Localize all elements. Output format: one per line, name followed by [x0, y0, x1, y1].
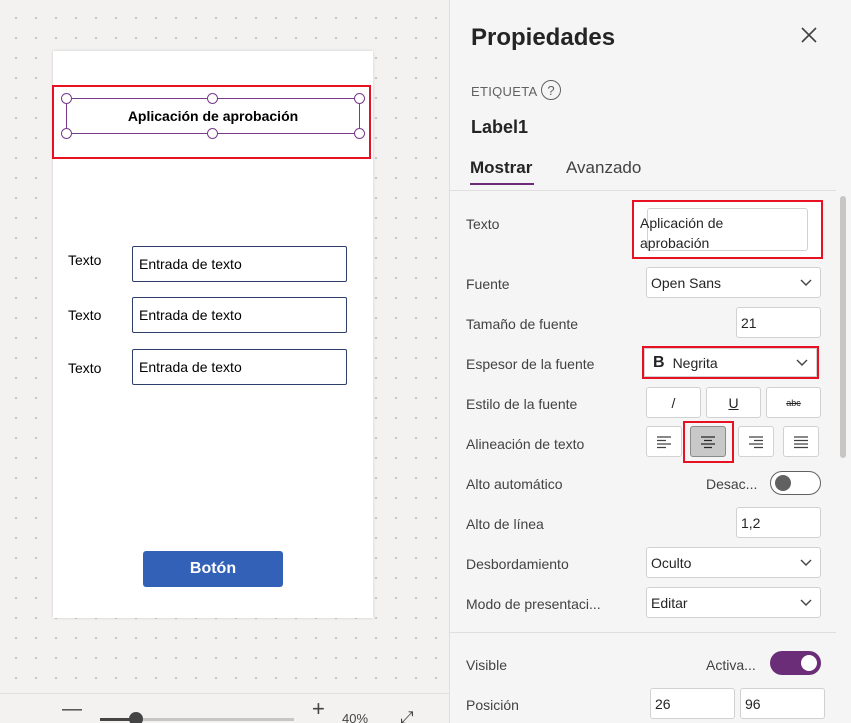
prop-label-display-mode: Modo de presentaci...: [466, 596, 601, 612]
chevron-down-icon: [800, 276, 812, 290]
resize-handle-bottom-left[interactable]: [61, 128, 72, 139]
resize-handle-top-left[interactable]: [61, 93, 72, 104]
toggle-knob: [775, 475, 791, 491]
position-y-input[interactable]: 96: [740, 688, 825, 719]
form-label-3: Texto: [68, 360, 102, 376]
font-weight-dropdown[interactable]: B Negrita: [642, 346, 819, 379]
resize-handle-top[interactable]: [207, 93, 218, 104]
text-value-input[interactable]: Aplicación de aprobación: [640, 213, 780, 253]
tab-divider: [450, 190, 836, 191]
help-icon[interactable]: ?: [541, 80, 561, 100]
zoom-slider-thumb[interactable]: [129, 712, 143, 723]
prop-label-font-weight: Espesor de la fuente: [466, 356, 595, 372]
app-submit-button[interactable]: Botón: [143, 551, 283, 587]
chevron-down-icon: [800, 596, 812, 610]
panel-title: Propiedades: [471, 24, 616, 51]
prop-label-text: Texto: [466, 216, 500, 232]
visible-state: Activa...: [706, 657, 756, 673]
resize-handle-bottom-right[interactable]: [354, 128, 365, 139]
properties-panel: Propiedades ETIQUETA ? Label1 Mostrar Av…: [449, 0, 851, 723]
visible-toggle[interactable]: [770, 651, 821, 675]
align-right-icon: [749, 435, 763, 448]
close-icon[interactable]: [800, 24, 818, 50]
chevron-down-icon: [796, 356, 808, 370]
zoom-bar: — + 40% ⤢: [0, 693, 449, 723]
design-canvas[interactable]: Aplicación de aprobación Texto Entrada d…: [0, 0, 449, 723]
font-size-input[interactable]: 21: [736, 307, 821, 338]
align-left-button[interactable]: [646, 426, 682, 457]
prop-label-position: Posición: [466, 697, 519, 713]
tab-display[interactable]: Mostrar: [470, 158, 532, 178]
panel-scrollbar[interactable]: [840, 196, 846, 458]
prop-label-font-style: Estilo de la fuente: [466, 396, 578, 412]
form-label-1: Texto: [68, 252, 102, 268]
prop-label-font: Fuente: [466, 276, 510, 292]
section-divider: [450, 632, 836, 633]
text-input-1[interactable]: Entrada de texto: [132, 246, 347, 282]
resize-handle-bottom[interactable]: [207, 128, 218, 139]
underline-button[interactable]: U: [706, 387, 761, 418]
font-weight-value: Negrita: [672, 354, 718, 371]
text-input-2[interactable]: Entrada de texto: [132, 297, 347, 333]
display-mode-dropdown[interactable]: Editar: [646, 587, 821, 618]
font-dropdown[interactable]: Open Sans: [646, 267, 821, 298]
align-center-button[interactable]: [690, 426, 726, 457]
zoom-out-button[interactable]: —: [62, 698, 82, 721]
zoom-value: 40%: [342, 711, 369, 723]
overflow-dropdown[interactable]: Oculto: [646, 547, 821, 578]
control-name: Label1: [471, 117, 529, 137]
align-center-icon: [701, 435, 715, 448]
resize-handle-top-right[interactable]: [354, 93, 365, 104]
strikethrough-button[interactable]: abc: [766, 387, 821, 418]
prop-label-visible: Visible: [466, 657, 507, 673]
align-justify-icon: [794, 435, 808, 448]
tab-advanced[interactable]: Avanzado: [566, 158, 641, 178]
italic-button[interactable]: /: [646, 387, 701, 418]
fit-to-screen-icon[interactable]: ⤢: [400, 708, 414, 723]
align-justify-button[interactable]: [783, 426, 819, 457]
align-right-button[interactable]: [738, 426, 774, 457]
text-input-3[interactable]: Entrada de texto: [132, 349, 347, 385]
prop-label-line-height: Alto de línea: [466, 516, 544, 532]
overflow-value: Oculto: [651, 554, 692, 571]
display-mode-value: Editar: [651, 594, 688, 611]
form-label-2: Texto: [68, 307, 102, 323]
chevron-down-icon: [800, 556, 812, 570]
toggle-knob: [801, 655, 817, 671]
align-left-icon: [657, 435, 671, 448]
font-value: Open Sans: [651, 274, 722, 291]
line-height-input[interactable]: 1,2: [736, 507, 821, 538]
zoom-in-button[interactable]: +: [312, 696, 325, 722]
auto-height-state: Desac...: [706, 476, 758, 492]
position-x-input[interactable]: 26: [650, 688, 735, 719]
control-type-label: ETIQUETA: [471, 84, 538, 99]
prop-label-overflow: Desbordamiento: [466, 556, 569, 572]
active-tab-indicator: [470, 183, 534, 185]
prop-label-text-align: Alineación de texto: [466, 436, 585, 452]
prop-label-font-size: Tamaño de fuente: [466, 316, 579, 332]
auto-height-toggle[interactable]: [770, 471, 821, 495]
prop-label-auto-height: Alto automático: [466, 476, 563, 492]
bold-icon: B: [653, 353, 665, 371]
